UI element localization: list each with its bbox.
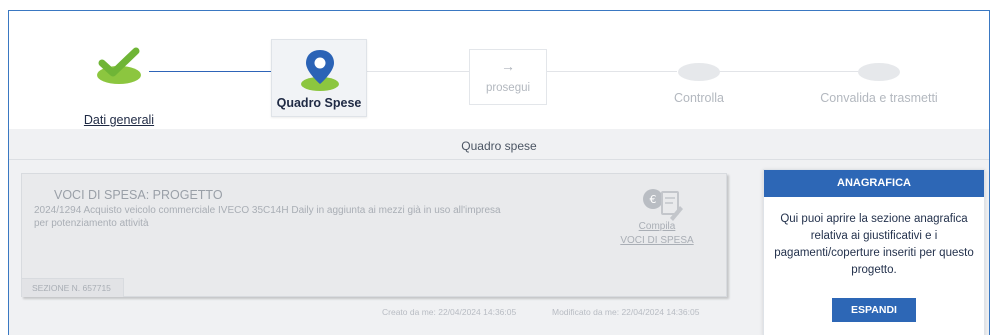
compila-voci-di-spesa-link[interactable]: Compila VOCI DI SPESA [612, 220, 702, 248]
svg-text:€: € [650, 193, 657, 206]
expense-card: VOCI DI SPESA: PROGETTO 2024/1294 Acquis… [21, 173, 727, 297]
map-pin-icon [301, 50, 339, 91]
step-marker [858, 63, 900, 81]
modified-info: Modificato da me: 22/04/2024 14:36:05 [552, 307, 700, 317]
check-icon [97, 47, 141, 84]
step-dati-generali[interactable]: Dati generali [73, 31, 165, 127]
section-title: Quadro spese [461, 139, 537, 153]
section-number-badge: SEZIONE N. 657715 [22, 278, 124, 297]
divider [9, 159, 989, 160]
anagrafica-panel: ANAGRAFICA Qui puoi aprire la sezione an… [763, 169, 985, 335]
card-description: 2024/1294 Acquisto veicolo commerciale I… [34, 205, 501, 229]
expense-document-icon: € [643, 189, 683, 221]
link-line-2[interactable]: VOCI DI SPESA [620, 235, 693, 246]
stepper-connector-done [149, 71, 275, 72]
app-frame: Dati generali Quadro Spese → prosegui Co… [8, 10, 990, 335]
step-label: Controlla [673, 91, 725, 105]
step-label[interactable]: Dati generali [39, 113, 199, 127]
step-label: Convalida e trasmetti [820, 91, 938, 105]
link-line-1[interactable]: Compila [639, 221, 676, 232]
progress-stepper: Dati generali Quadro Spese → prosegui Co… [9, 11, 989, 129]
step-quadro-spese[interactable]: Quadro Spese [271, 39, 367, 117]
panel-header: ANAGRAFICA [764, 170, 984, 197]
card-title: VOCI DI SPESA: PROGETTO [54, 188, 223, 202]
panel-text: Qui puoi aprire la sezione anagrafica re… [774, 213, 974, 276]
step-controlla: Controlla [649, 63, 749, 113]
created-info: Creato da me: 22/04/2024 14:36:05 [382, 307, 517, 317]
step-prosegui[interactable]: → prosegui [469, 49, 547, 105]
step-convalida: Convalida e trasmetti [809, 63, 949, 113]
step-label: Quadro Spese [276, 96, 362, 110]
step-marker [678, 63, 720, 81]
espandi-button[interactable]: ESPANDI [832, 298, 916, 322]
stepper-connector [367, 71, 469, 72]
quadro-spese-section: Quadro spese VOCI DI SPESA: PROGETTO 202… [9, 129, 989, 335]
step-label: prosegui [485, 82, 531, 94]
arrow-right-icon: → [501, 58, 515, 74]
